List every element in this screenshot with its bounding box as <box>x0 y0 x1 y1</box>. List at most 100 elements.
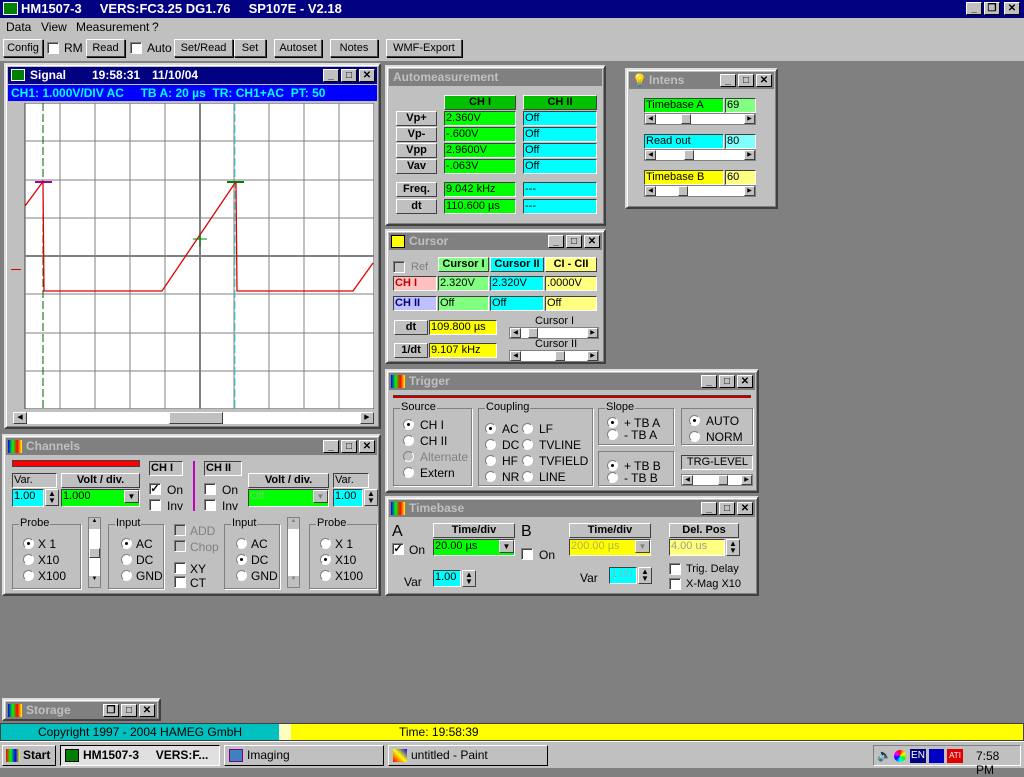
slope-minus-tb-a-radio[interactable] <box>607 429 618 440</box>
var1-spinner[interactable]: ▲ ▼ <box>45 489 59 506</box>
time-div-b-select[interactable]: 200.00 µs ▼ <box>569 539 651 556</box>
ch2-input-ac-radio[interactable] <box>236 538 247 549</box>
var-b-spinner[interactable]: ▲ ▼ <box>638 567 652 584</box>
coupling-lf-radio[interactable] <box>522 423 533 434</box>
minimize-button[interactable]: _ <box>720 74 736 87</box>
maximize-button[interactable]: □ <box>121 704 137 717</box>
var2-field[interactable]: 1.00 <box>333 489 363 507</box>
x-mag-checkbox[interactable] <box>669 578 681 590</box>
timebase-a-on-checkbox[interactable]: ✓ <box>392 543 404 555</box>
xy-checkbox[interactable] <box>174 562 186 574</box>
intens-value[interactable]: 69 <box>725 98 756 113</box>
ch2-input-dc-radio[interactable] <box>236 554 247 565</box>
mode-auto-radio[interactable] <box>689 415 700 426</box>
chevron-down-icon[interactable]: ▼ <box>313 490 328 503</box>
source-extern-radio[interactable] <box>403 467 414 478</box>
language-indicator[interactable]: EN <box>910 749 926 763</box>
close-button[interactable]: ✕ <box>737 502 753 515</box>
var2-spinner[interactable]: ▲ ▼ <box>364 489 378 506</box>
close-button[interactable]: ✕ <box>359 440 375 453</box>
slope-plus-tb-b-radio[interactable] <box>607 460 618 471</box>
intens-title-bar[interactable]: 💡 Intens _ □ ✕ <box>629 72 774 89</box>
trg-level-slider[interactable]: ◀ ▶ <box>681 474 753 486</box>
add-checkbox[interactable] <box>174 524 186 536</box>
intens-value[interactable]: 60 <box>725 170 756 185</box>
chevron-down-icon[interactable]: ▼ <box>124 490 139 503</box>
restore-button[interactable]: ❐ <box>984 2 1000 15</box>
chop-checkbox[interactable] <box>174 540 186 552</box>
ch1-probe-x100-radio[interactable] <box>23 570 34 581</box>
slope-plus-tb-a-radio[interactable] <box>607 417 618 428</box>
set-button[interactable]: Set <box>234 39 266 57</box>
coupling-ac-radio[interactable] <box>485 423 496 434</box>
menu-view[interactable]: View <box>41 18 67 37</box>
close-button[interactable]: ✕ <box>139 704 155 717</box>
source-ch2-radio[interactable] <box>403 435 414 446</box>
close-button[interactable]: ✕ <box>359 69 375 82</box>
autoset-button[interactable]: Autoset <box>274 39 322 57</box>
menu-data[interactable]: Data <box>6 18 31 37</box>
volt-div1-select[interactable]: 1.000 ▼ <box>61 489 140 507</box>
task-paint[interactable]: untitled - Paint <box>388 745 548 766</box>
chevron-down-icon[interactable]: ▼ <box>499 540 514 553</box>
scroll-left-button[interactable]: ◀ <box>13 412 27 424</box>
trigger-title-bar[interactable]: Trigger _ □ ✕ <box>389 373 755 390</box>
maximize-button[interactable]: □ <box>719 375 735 388</box>
timebase-b-on-checkbox[interactable] <box>521 548 533 560</box>
coupling-tvfield-radio[interactable] <box>522 455 533 466</box>
color-wheel-icon[interactable] <box>894 750 906 762</box>
coupling-tvline-radio[interactable] <box>522 439 533 450</box>
var-a-spinner[interactable]: ▲ ▼ <box>462 570 476 587</box>
minimize-button[interactable]: _ <box>323 69 339 82</box>
maximize-button[interactable]: □ <box>719 502 735 515</box>
ch2-probe-x10-radio[interactable] <box>320 554 331 565</box>
menu-measurement[interactable]: Measurement <box>76 18 149 37</box>
network-icon[interactable] <box>929 749 944 763</box>
coupling-hf-radio[interactable] <box>485 455 496 466</box>
horizontal-scrollbar[interactable]: ◀ ▶ <box>12 411 375 425</box>
ch1-input-dc-radio[interactable] <box>121 554 132 565</box>
slope-minus-tb-b-radio[interactable] <box>607 472 618 483</box>
del-pos-field[interactable]: 4.00 us <box>669 539 725 556</box>
close-button[interactable]: ✕ <box>756 74 772 87</box>
ch2-position-scrollbar[interactable]: ▲ ▼ <box>287 517 300 588</box>
clock[interactable]: 7:58 PM <box>976 749 1020 777</box>
ch1-input-gnd-radio[interactable] <box>121 570 132 581</box>
ch1-probe-x10-radio[interactable] <box>23 554 34 565</box>
restore-button[interactable]: ❐ <box>103 704 119 717</box>
ch1-input-ac-radio[interactable] <box>121 538 132 549</box>
cursor2-slider[interactable]: ◀ ▶ <box>509 350 599 362</box>
source-ch1-radio[interactable] <box>403 419 414 430</box>
maximize-button[interactable]: □ <box>341 69 357 82</box>
ch2-probe-x100-radio[interactable] <box>320 570 331 581</box>
channels-title-bar[interactable]: Channels _ □ ✕ <box>6 438 377 455</box>
var1-field[interactable]: 1.00 <box>12 489 44 507</box>
task-hm1507[interactable]: HM1507-3 VERS:F... <box>60 745 220 766</box>
automeasurement-title-bar[interactable]: Automeasurement <box>389 69 602 86</box>
ch2-input-gnd-radio[interactable] <box>236 570 247 581</box>
maximize-button[interactable]: □ <box>566 235 582 248</box>
wmf-export-button[interactable]: WMF-Export <box>386 39 462 57</box>
ch1-position-scrollbar[interactable]: ▲ ▼ <box>88 517 101 588</box>
rm-checkbox[interactable] <box>47 42 59 54</box>
auto-checkbox[interactable] <box>130 42 142 54</box>
notes-button[interactable]: Notes <box>330 39 378 57</box>
speaker-icon[interactable]: 🔈 <box>877 748 892 762</box>
config-button[interactable]: Config <box>3 39 43 57</box>
intens-slider[interactable]: ◀ ▶ <box>644 113 756 125</box>
menu-help[interactable]: ? <box>152 18 159 37</box>
ch2-on-checkbox[interactable] <box>204 483 216 495</box>
close-button[interactable]: ✕ <box>737 375 753 388</box>
scroll-thumb[interactable] <box>169 412 223 424</box>
coupling-nr-radio[interactable] <box>485 471 496 482</box>
intens-value[interactable]: 80 <box>725 134 756 149</box>
intens-slider[interactable]: ◀ ▶ <box>644 149 756 161</box>
ct-checkbox[interactable] <box>174 576 186 588</box>
time-div-a-select[interactable]: 20.00 µs ▼ <box>433 539 515 556</box>
maximize-button[interactable]: □ <box>341 440 357 453</box>
coupling-dc-radio[interactable] <box>485 439 496 450</box>
ref-checkbox[interactable] <box>393 261 405 273</box>
close-button[interactable]: ✕ <box>584 235 600 248</box>
timebase-title-bar[interactable]: Timebase _ □ ✕ <box>389 500 755 517</box>
storage-title-bar[interactable]: Storage ❐ □ ✕ <box>6 702 157 719</box>
